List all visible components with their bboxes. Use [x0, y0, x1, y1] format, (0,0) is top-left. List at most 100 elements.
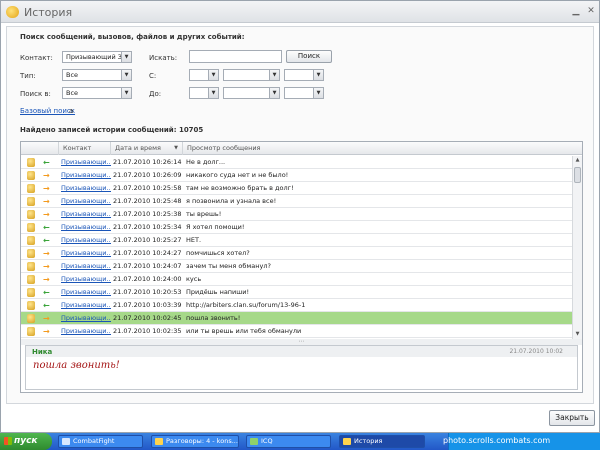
contact-status-icon	[25, 299, 37, 312]
history-row[interactable]: ← Призывающи... 21.07.2010 10:03:39 http://…	[21, 299, 572, 312]
type-label: Тип:	[20, 72, 36, 80]
history-row[interactable]: → Призывающи... 21.07.2010 10:24:27 помчишь…	[21, 247, 572, 260]
row-contact-link[interactable]: Призывающи...	[61, 169, 111, 182]
history-row[interactable]: → Призывающи... 21.07.2010 10:26:09 никаког…	[21, 169, 572, 182]
chevron-down-icon[interactable]: ▼	[121, 88, 131, 98]
search-section-title: Поиск сообщений, вызовов, файлов и други…	[20, 33, 245, 41]
row-message: пошла звонить!	[186, 314, 241, 322]
row-contact-link[interactable]: Призывающи...	[61, 325, 111, 338]
history-row[interactable]: ← Призывающи... 21.07.2010 10:25:27 НЕТ.	[21, 234, 572, 247]
history-content: Поиск сообщений, вызовов, файлов и други…	[6, 26, 594, 404]
task-conversations[interactable]: Разговоры: 4 - kons...	[151, 435, 239, 448]
basic-search-link[interactable]: Базовый поиск	[20, 107, 75, 115]
history-row[interactable]: → Призывающи... 21.07.2010 10:02:35 или ты …	[21, 325, 572, 338]
chevron-down-icon[interactable]: ▼	[313, 88, 323, 98]
task-label: CombatFight	[73, 437, 115, 445]
scroll-up-icon[interactable]: ▲	[573, 156, 582, 165]
incoming-arrow-icon: ←	[43, 158, 50, 167]
row-message: Придёшь напиши!	[186, 288, 250, 296]
history-row[interactable]: → Призывающи... 21.07.2010 10:24:00 кусь	[21, 273, 572, 286]
history-row[interactable]: → Призывающи... 21.07.2010 10:25:58 там не …	[21, 182, 572, 195]
task-history[interactable]: История	[339, 435, 425, 448]
row-contact-link[interactable]: Призывающи...	[61, 299, 111, 312]
search-input[interactable]	[189, 50, 282, 63]
from-month-dropdown[interactable]: ▼	[223, 69, 280, 81]
row-date: 21.07.2010 10:25:34	[113, 223, 182, 231]
row-contact-link[interactable]: Призывающи...	[61, 273, 111, 286]
scroll-down-icon[interactable]: ▼	[573, 330, 582, 339]
windows-logo-icon	[4, 437, 12, 445]
row-date: 21.07.2010 10:24:07	[113, 262, 182, 270]
from-year-dropdown[interactable]: ▼	[284, 69, 324, 81]
row-message: Я хотел помощи!	[186, 223, 245, 231]
contact-status-icon	[25, 286, 37, 299]
chevron-down-icon[interactable]: ▼	[121, 52, 131, 62]
search-button[interactable]: Поиск	[286, 50, 332, 63]
chevron-down-icon[interactable]: ▼	[208, 88, 218, 98]
row-contact-link[interactable]: Призывающи...	[61, 195, 111, 208]
to-month-dropdown[interactable]: ▼	[223, 87, 280, 99]
contact-status-icon	[25, 234, 37, 247]
close-button[interactable]: Закрыть	[549, 410, 595, 426]
history-icon	[343, 438, 351, 445]
grid-scrollbar[interactable]: ▲ ▼	[572, 156, 582, 339]
contact-status-icon	[25, 247, 37, 260]
col-date[interactable]: Дата и время ▼	[111, 142, 183, 155]
row-contact-link[interactable]: Призывающи...	[61, 260, 111, 273]
history-row[interactable]: ← Призывающи... 21.07.2010 10:26:14 Не в до…	[21, 156, 572, 169]
history-row[interactable]: ← Призывающи... 21.07.2010 10:25:34 Я хотел…	[21, 221, 572, 234]
grid-header: Контакт Дата и время ▼ Просмотр сообщени…	[21, 142, 582, 155]
from-day-dropdown[interactable]: ▼	[189, 69, 219, 81]
watermark: photo.scrolls.combats.com	[443, 436, 551, 445]
chevron-down-icon[interactable]: ▼	[208, 70, 218, 80]
chevron-down-icon[interactable]: ▼	[121, 70, 131, 80]
search-in-label: Поиск в:	[20, 90, 51, 98]
search-in-dropdown[interactable]: Все ▼	[62, 87, 132, 99]
chat-icon	[155, 438, 163, 445]
history-row[interactable]: → Призывающи... 21.07.2010 10:25:48 я позво…	[21, 195, 572, 208]
history-row[interactable]: ← Призывающи... 21.07.2010 10:20:53 Придёшь…	[21, 286, 572, 299]
chevron-down-icon[interactable]: ▼	[313, 70, 323, 80]
task-combatfight[interactable]: CombatFight	[58, 435, 143, 448]
history-row[interactable]: → Призывающи... 21.07.2010 10:24:07 зачем т…	[21, 260, 572, 273]
row-contact-link[interactable]: Призывающи...	[61, 221, 111, 234]
contact-dropdown[interactable]: Призывающий Зл ▼	[62, 51, 132, 63]
to-day-dropdown[interactable]: ▼	[189, 87, 219, 99]
type-dropdown[interactable]: Все ▼	[62, 69, 132, 81]
row-contact-link[interactable]: Призывающи...	[61, 234, 111, 247]
row-contact-link[interactable]: Призывающи...	[61, 312, 111, 325]
row-contact-link[interactable]: Призывающи...	[61, 182, 111, 195]
chevron-down-icon[interactable]: ▼	[269, 88, 279, 98]
history-row[interactable]: → Призывающи... 21.07.2010 10:02:45 пошла з…	[21, 312, 572, 325]
row-contact-link[interactable]: Призывающи...	[61, 208, 111, 221]
title-bar[interactable]: История ▁ ✕	[1, 1, 599, 23]
row-date: 21.07.2010 10:02:45	[113, 314, 182, 322]
row-date: 21.07.2010 10:26:14	[113, 158, 182, 166]
row-contact-link[interactable]: Призывающи...	[61, 286, 111, 299]
minimize-icon[interactable]: ▁	[569, 5, 583, 17]
outgoing-arrow-icon: →	[43, 314, 50, 323]
task-icq[interactable]: ICQ	[246, 435, 331, 448]
incoming-arrow-icon: ←	[43, 223, 50, 232]
history-row[interactable]: → Призывающи... 21.07.2010 10:25:38 ты вреш…	[21, 208, 572, 221]
row-date: 21.07.2010 10:24:00	[113, 275, 182, 283]
start-label: пуск	[14, 436, 38, 446]
chevron-down-icon[interactable]: ▼	[269, 70, 279, 80]
outgoing-arrow-icon: →	[43, 275, 50, 284]
close-icon[interactable]: ✕	[584, 5, 598, 17]
to-year-dropdown[interactable]: ▼	[284, 87, 324, 99]
row-contact-link[interactable]: Призывающи...	[61, 247, 111, 260]
incoming-arrow-icon: ←	[43, 288, 50, 297]
col-message[interactable]: Просмотр сообщения	[183, 142, 582, 155]
row-contact-link[interactable]: Призывающи...	[61, 156, 111, 169]
row-date: 21.07.2010 10:25:38	[113, 210, 182, 218]
scroll-thumb[interactable]	[574, 167, 581, 183]
row-date: 21.07.2010 10:26:09	[113, 171, 182, 179]
incoming-arrow-icon: ←	[43, 236, 50, 245]
to-label: До:	[149, 90, 162, 98]
contact-status-icon	[25, 169, 37, 182]
start-button[interactable]: пуск	[0, 433, 52, 450]
icq-flower-icon	[250, 438, 258, 445]
col-contact[interactable]: Контакт	[59, 142, 111, 155]
col-icons[interactable]	[21, 142, 59, 155]
